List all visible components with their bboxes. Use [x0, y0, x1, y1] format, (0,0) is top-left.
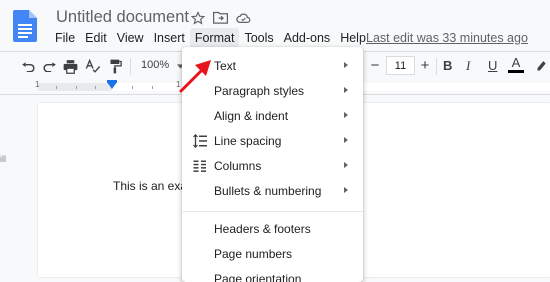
- bold-button[interactable]: B: [443, 58, 452, 73]
- toolbar-divider: [130, 58, 131, 75]
- format-menu-item-columns[interactable]: Columns: [182, 154, 363, 179]
- ruler-margin: [38, 83, 112, 91]
- underline-button[interactable]: U: [488, 58, 497, 73]
- google-docs-logo-icon[interactable]: [13, 10, 37, 42]
- toolbar-divider: [436, 58, 437, 75]
- format-menu-item-align-indent[interactable]: Align & indent: [182, 104, 363, 129]
- format-menu-item-headers-footers[interactable]: Headers & footers: [182, 217, 363, 242]
- undo-icon[interactable]: [19, 58, 36, 75]
- submenu-arrow-icon: [344, 62, 348, 68]
- ruler-tick: [95, 86, 96, 89]
- ruler-tick: [76, 86, 77, 89]
- move-to-folder-icon[interactable]: [212, 9, 229, 26]
- ruler-tick: [132, 86, 133, 89]
- format-menu-item-bullets-numbering[interactable]: Bullets & numbering: [182, 179, 363, 204]
- italic-button[interactable]: I: [466, 58, 470, 74]
- ruler-number: 1: [35, 80, 40, 89]
- columns-icon: [193, 160, 206, 172]
- ruler-tick: [152, 86, 153, 89]
- format-menu-item-line-spacing[interactable]: Line spacing: [182, 129, 363, 154]
- submenu-arrow-icon: [344, 137, 348, 143]
- cloud-status-icon[interactable]: [235, 9, 252, 26]
- menu-view[interactable]: View: [112, 28, 149, 48]
- highlight-color-icon[interactable]: [532, 58, 549, 75]
- menu-insert[interactable]: Insert: [149, 28, 190, 48]
- annotation-arrow-icon: [179, 60, 211, 93]
- menu-bar: File Edit View Insert Format Tools Add-o…: [50, 28, 371, 48]
- font-size-increase-button[interactable]: +: [417, 58, 433, 74]
- menu-format[interactable]: Format: [189, 28, 240, 48]
- spelling-check-icon[interactable]: [84, 58, 101, 75]
- format-menu-item-page-numbers[interactable]: Page numbers: [182, 242, 363, 267]
- font-size-input[interactable]: 11: [386, 56, 415, 75]
- menu-file[interactable]: File: [50, 28, 80, 48]
- left-indent-handle[interactable]: [107, 82, 117, 89]
- format-menu-item-page-orientation[interactable]: Page orientation: [182, 267, 363, 282]
- menu-add-ons[interactable]: Add-ons: [279, 28, 336, 48]
- menu-tools[interactable]: Tools: [239, 28, 278, 48]
- menu-separator: [182, 211, 363, 212]
- menu-edit[interactable]: Edit: [80, 28, 112, 48]
- text-color-letter: A: [511, 55, 521, 70]
- adjacent-page-text: ill: [0, 154, 6, 164]
- submenu-arrow-icon: [344, 112, 348, 118]
- zoom-select[interactable]: 100%: [141, 59, 169, 71]
- paint-format-icon[interactable]: [107, 58, 124, 75]
- document-body-text[interactable]: This is an exa: [113, 179, 187, 193]
- star-icon[interactable]: [189, 9, 206, 26]
- text-color-swatch: [508, 70, 524, 73]
- text-color-button[interactable]: A: [508, 55, 524, 73]
- font-size-decrease-button[interactable]: −: [367, 58, 383, 74]
- submenu-arrow-icon: [344, 87, 348, 93]
- print-icon[interactable]: [62, 58, 79, 75]
- last-edit-link[interactable]: Last edit was 33 minutes ago: [366, 31, 528, 45]
- submenu-arrow-icon: [344, 162, 348, 168]
- ruler-tick: [56, 86, 57, 89]
- document-title[interactable]: Untitled document: [56, 8, 189, 27]
- submenu-arrow-icon: [344, 187, 348, 193]
- redo-icon[interactable]: [41, 58, 58, 75]
- line-spacing-icon: [193, 134, 207, 148]
